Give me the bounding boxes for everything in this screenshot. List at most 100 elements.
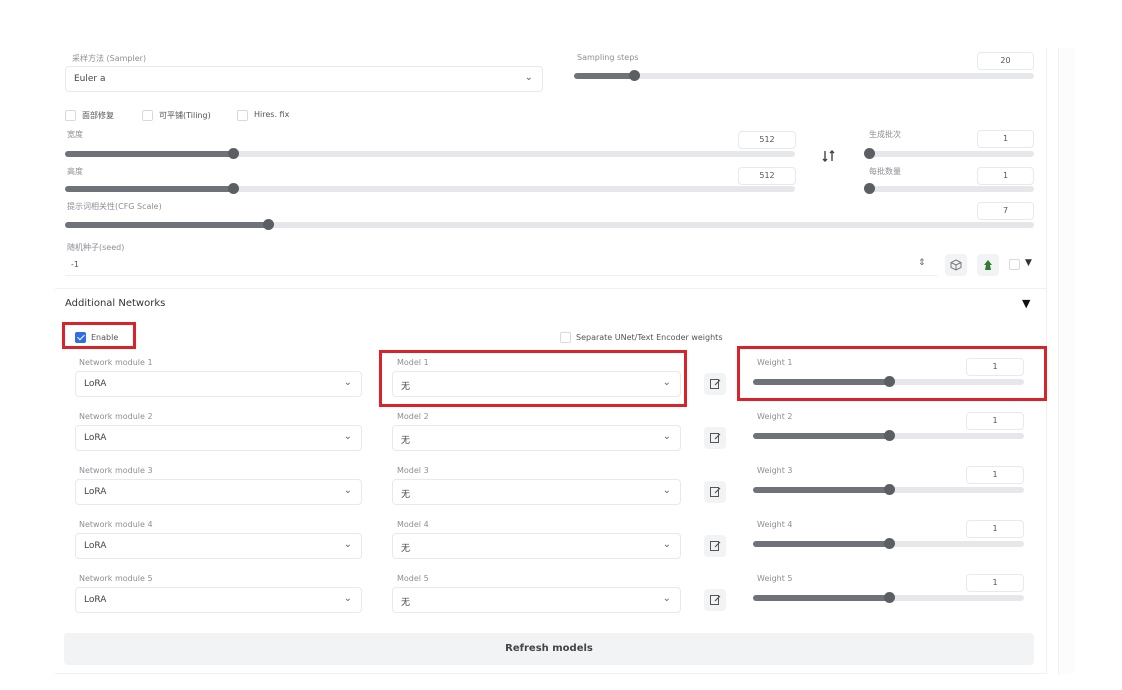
width-input[interactable]: 512 [738,131,796,149]
batch-size-input[interactable]: 1 [977,167,1034,185]
right-scroll-strip [1058,48,1074,674]
network-module-value: LoRA [84,433,107,443]
collapse-caret-icon[interactable]: ▼ [1022,297,1030,310]
batch-size-slider[interactable] [864,183,1034,194]
chevron-down-icon: ⌄ [662,593,671,604]
tiling-label: 可平铺(Tiling) [159,111,211,120]
chevron-down-icon: ⌄ [343,485,352,496]
recycle-icon [984,260,992,270]
model-highlight-box [379,350,687,407]
model-label: Model 3 [397,466,429,475]
network-module-value: LoRA [84,541,107,551]
chevron-down-icon: ⌄ [343,593,352,604]
seed-label: 随机种子(seed) [67,243,125,252]
hires-fix-checkbox[interactable] [237,110,248,121]
weight-label: Weight 4 [757,520,793,529]
model-value: 无 [401,598,411,608]
stepper-icon[interactable]: ⇕ [918,258,926,268]
cfg-slider[interactable] [65,219,1034,230]
batch-count-slider-thumb[interactable] [864,148,875,159]
model-value: 无 [401,490,411,500]
refresh-models-button[interactable]: Refresh models [64,633,1034,665]
separate-weights-checkbox[interactable] [560,332,571,343]
network-module-select[interactable]: LoRA ⌄ [75,479,362,505]
steps-slider-thumb[interactable] [628,70,640,81]
tiling-checkbox[interactable] [142,110,153,121]
batch-size-slider-thumb[interactable] [864,183,875,194]
weight-slider-fill [753,595,889,601]
model-label: Model 2 [397,412,429,421]
model-info-button[interactable] [704,535,726,557]
face-restore-checkbox[interactable] [65,110,76,121]
cfg-slider-fill [65,222,269,228]
weight-slider[interactable] [753,484,1024,495]
network-module-select[interactable]: LoRA ⌄ [75,533,362,559]
weight-label: Weight 2 [757,412,793,421]
extra-seed-caret-icon[interactable]: ▼ [1025,258,1032,268]
model-info-button[interactable] [704,373,726,395]
batch-count-input[interactable]: 1 [977,130,1034,148]
cfg-input[interactable]: 7 [977,202,1034,220]
network-module-select[interactable]: LoRA ⌄ [75,371,362,397]
chevron-down-icon: ⌄ [343,539,352,550]
network-module-label: Network module 1 [79,358,153,367]
dice-icon [950,259,962,271]
batch-count-label: 生成批次 [869,130,901,139]
steps-label: Sampling steps [577,53,639,62]
height-input[interactable]: 512 [738,167,796,185]
width-label: 宽度 [67,130,83,139]
extra-seed-checkbox[interactable] [1009,259,1020,270]
weight-slider-thumb[interactable] [883,538,895,549]
weight-input[interactable]: 1 [966,412,1024,430]
height-slider-fill [65,186,233,192]
network-module-value: LoRA [84,595,107,605]
weight-slider-thumb[interactable] [883,430,895,441]
network-module-label: Network module 3 [79,466,153,475]
swap-dimensions-button[interactable] [820,148,838,164]
sampler-select[interactable]: Euler a ⌄ [65,66,543,92]
model-info-button[interactable] [704,427,726,449]
model-select[interactable]: 无 ⌄ [392,425,681,451]
weight-slider-thumb[interactable] [883,484,895,495]
chevron-down-icon: ⌄ [343,377,352,388]
model-label: Model 4 [397,520,429,529]
additional-networks-title: Additional Networks [65,298,166,309]
network-module-label: Network module 2 [79,412,153,421]
weight-input[interactable]: 1 [966,466,1024,484]
batch-count-slider[interactable] [864,148,1034,159]
weight-slider-thumb[interactable] [883,592,895,603]
model-info-button[interactable] [704,481,726,503]
sampler-value: Euler a [74,74,106,84]
height-slider[interactable] [65,183,795,194]
network-module-select[interactable]: LoRA ⌄ [75,425,362,451]
weight-slider[interactable] [753,592,1024,603]
weight-slider[interactable] [753,538,1024,549]
seed-input[interactable]: -1 ⇕ [65,254,937,276]
weight-input[interactable]: 1 [966,574,1024,592]
model-select[interactable]: 无 ⌄ [392,587,681,613]
weight-input[interactable]: 1 [966,520,1024,538]
width-slider[interactable] [65,148,795,159]
separate-weights-label: Separate UNet/Text Encoder weights [576,333,723,342]
chevron-down-icon: ⌄ [662,485,671,496]
steps-input[interactable]: 20 [977,52,1034,70]
height-label: 高度 [67,167,83,176]
network-module-label: Network module 5 [79,574,153,583]
reuse-seed-button[interactable] [977,254,999,276]
batch-size-label: 每批数量 [869,167,901,176]
chevron-down-icon: ⌄ [524,72,533,83]
model-info-button[interactable] [704,589,726,611]
face-restore-label: 面部修复 [82,111,114,120]
model-select[interactable]: 无 ⌄ [392,479,681,505]
chevron-down-icon: ⌄ [662,431,671,442]
model-select[interactable]: 无 ⌄ [392,533,681,559]
weight-slider-fill [753,487,889,493]
steps-slider-fill [574,73,634,79]
random-seed-button[interactable] [945,254,967,276]
steps-slider[interactable] [574,70,1034,81]
weight-slider[interactable] [753,430,1024,441]
network-module-select[interactable]: LoRA ⌄ [75,587,362,613]
height-slider-thumb[interactable] [227,183,239,194]
width-slider-fill [65,151,233,157]
width-slider-thumb[interactable] [227,148,239,159]
